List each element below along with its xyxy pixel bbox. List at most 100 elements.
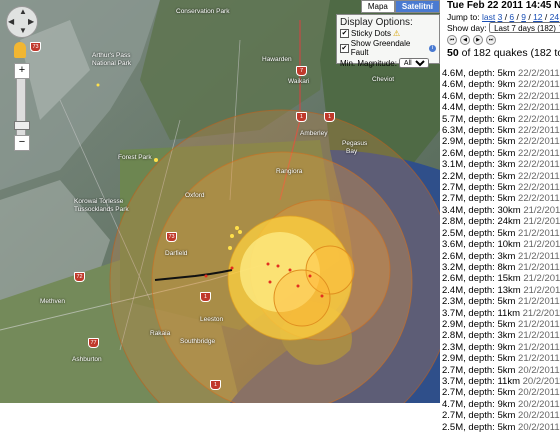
quake-date: 22/2/2011 [518,125,560,137]
quake-magnitude: 2.6M, [442,273,466,285]
quake-date: 21/2/2011 [518,318,560,330]
quake-magnitude: 4.7M, [442,398,466,410]
quake-depth: depth: 10km [468,239,521,251]
quake-list-item[interactable]: 4.7M, depth: 9km 20/2/2011 [442,399,560,410]
quake-list-item[interactable]: 4.4M, depth: 5km 22/2/2011 [442,102,560,113]
quake-list-item[interactable]: 2.9M, depth: 5km 21/2/2011 [442,319,560,330]
jump-link-9[interactable]: 9 [521,12,526,22]
quake-list-item[interactable]: 2.7M, depth: 5km 22/2/2011 [442,193,560,204]
place-label: Arthur's Pass [92,52,131,59]
zoom-in-button[interactable]: + [14,63,30,79]
quake-list-item[interactable]: 4.6M, depth: 5km 22/2/2011 [442,91,560,102]
quake-depth: depth: 3km [468,250,516,262]
quake-date: 22/2/2011 [518,136,560,148]
prev-icon[interactable]: ◀ [460,35,470,45]
pan-control[interactable]: ▲ ◀ ▶ ▼ [6,6,38,38]
place-label: Bay [346,148,358,155]
street-view-pegman-icon[interactable] [14,42,26,58]
place-label: Darfield [165,250,188,257]
quake-list-item[interactable]: 2.3M, depth: 5km 21/2/2011 [442,296,560,307]
pan-up-icon[interactable]: ▲ [19,7,27,16]
quake-list-item[interactable]: 2.6M, depth: 15km 21/2/2011 [442,273,560,284]
jump-link-last[interactable]: last [482,12,495,22]
place-label: Rangiora [276,168,303,175]
quake-list-item[interactable]: 2.9M, depth: 5km 21/2/2011 [442,353,560,364]
zoom-out-button[interactable]: − [14,135,30,151]
map-type-map-button[interactable]: Mapa [360,0,395,13]
quake-list-item[interactable]: 6.3M, depth: 5km 22/2/2011 [442,125,560,136]
quake-list-item[interactable]: 2.7M, depth: 5km 20/2/2011 [442,387,560,398]
quake-list-item[interactable]: 2.7M, depth: 5km 22/2/2011 [442,182,560,193]
quake-list-item[interactable]: 2.4M, depth: 13km 21/2/2011 [442,285,560,296]
first-icon[interactable]: ⏮ [447,35,457,45]
quake-date: 21/2/2011 [518,296,560,308]
quake-list-item[interactable]: 2.7M, depth: 5km 20/2/2011 [442,365,560,376]
map-type-satellite-button[interactable]: Satelitní [394,0,440,13]
quake-list-item[interactable]: 2.5M, depth: 5km 21/2/2011 [442,228,560,239]
quake-list-item[interactable]: 3.6M, depth: 10km 21/2/2011 [442,239,560,250]
min-magnitude-select[interactable]: All [398,58,429,68]
place-label: Hawarden [262,56,292,63]
quake-date: 22/2/2011 [518,68,560,79]
quake-list-item[interactable]: 2.9M, depth: 5km 22/2/2011 [442,136,560,147]
quake-list-item[interactable]: 3.7M, depth: 11km 21/2/2011 [442,308,560,319]
quake-list-item[interactable]: 2.5M, depth: 5km 20/2/2011 [442,422,560,433]
quake-list-item[interactable]: 2.6M, depth: 3km 21/2/2011 [442,251,560,262]
quake-magnitude: 2.8M, [442,216,466,228]
pan-down-icon[interactable]: ▼ [19,26,27,35]
quake-magnitude: 4.6M, [442,68,466,79]
quake-depth: depth: 9km [468,398,516,410]
quake-depth: depth: 11km [468,375,520,387]
quake-list-item[interactable]: 5.7M, depth: 6km 22/2/2011 [442,114,560,125]
quake-magnitude: 2.8M, [442,330,466,342]
map-canvas[interactable]: Conservation Park Arthur's Pass National P… [0,0,440,403]
quake-list-item[interactable]: 2.2M, depth: 5km 22/2/2011 [442,171,560,182]
quake-magnitude: 3.7M, [442,307,466,319]
quake-list-item[interactable]: 3.2M, depth: 8km 21/2/2011 [442,262,560,273]
quake-magnitude: 2.7M, [442,410,466,422]
quake-magnitude: 2.7M, [442,364,466,376]
jump-link-3[interactable]: 3 [498,12,503,22]
quake-date: 22/2/2011 [518,102,560,114]
info-icon[interactable]: i [429,44,437,52]
zoom-slider[interactable]: + − [14,63,30,151]
jump-link-24[interactable]: 24 [550,12,559,22]
quake-date: 21/2/2011 [518,227,560,239]
quake-list-item[interactable]: 2.6M, depth: 5km 22/2/2011 [442,148,560,159]
zoom-slider-knob[interactable] [14,121,30,130]
quake-magnitude: 3.2M, [442,261,466,273]
quake-depth: depth: 15km [468,273,521,285]
quake-list-item[interactable]: 2.8M, depth: 3km 21/2/2011 [442,330,560,341]
quake-list-item[interactable]: 4.6M, depth: 5km 22/2/2011 [442,68,560,79]
quake-magnitude: 2.2M, [442,170,466,182]
highway-shield-icon: 7 [296,66,307,76]
show-day-select[interactable]: Last 7 days (182) [489,22,560,33]
quake-date: 22/2/2011 [518,90,560,102]
show-fault-checkbox[interactable]: ✔ [340,43,349,53]
quake-magnitude: 2.7M, [442,182,466,194]
jump-link-6[interactable]: 6 [509,12,514,22]
quake-list-item[interactable]: 3.7M, depth: 11km 20/2/2011 [442,376,560,387]
play-icon[interactable]: ▶ [473,35,483,45]
quake-list-item[interactable]: 2.3M, depth: 9km 21/2/2011 [442,342,560,353]
quake-depth: depth: 5km [468,90,516,102]
quake-date: 20/2/2011 [518,387,560,399]
quake-list-item[interactable]: 4.6M, depth: 9km 22/2/2011 [442,79,560,90]
sticky-dots-checkbox[interactable]: ✔ [340,29,349,38]
quake-depth: depth: 13km [468,284,521,296]
next-icon[interactable]: ⏭ [486,35,496,45]
quake-list-item[interactable]: 3.4M, depth: 30km 21/2/2011 [442,205,560,216]
jump-link-12[interactable]: 12 [533,12,542,22]
show-day-label: Show day: [447,23,487,33]
pan-left-icon[interactable]: ◀ [8,17,14,26]
quake-date: 21/2/2011 [523,204,560,216]
highway-shield-icon: 1 [296,112,307,122]
pan-right-icon[interactable]: ▶ [28,17,34,26]
quake-magnitude: 2.5M, [442,227,466,239]
quake-list-item[interactable]: 2.8M, depth: 24km 21/2/2011 [442,216,560,227]
quake-date: 20/2/2011 [518,364,560,376]
quake-list-item[interactable]: 3.1M, depth: 3km 22/2/2011 [442,159,560,170]
quake-list-item[interactable]: 2.7M, depth: 5km 20/2/2011 [442,410,560,421]
quake-date: 21/2/2011 [518,250,560,262]
quake-depth: depth: 9km [468,79,516,91]
